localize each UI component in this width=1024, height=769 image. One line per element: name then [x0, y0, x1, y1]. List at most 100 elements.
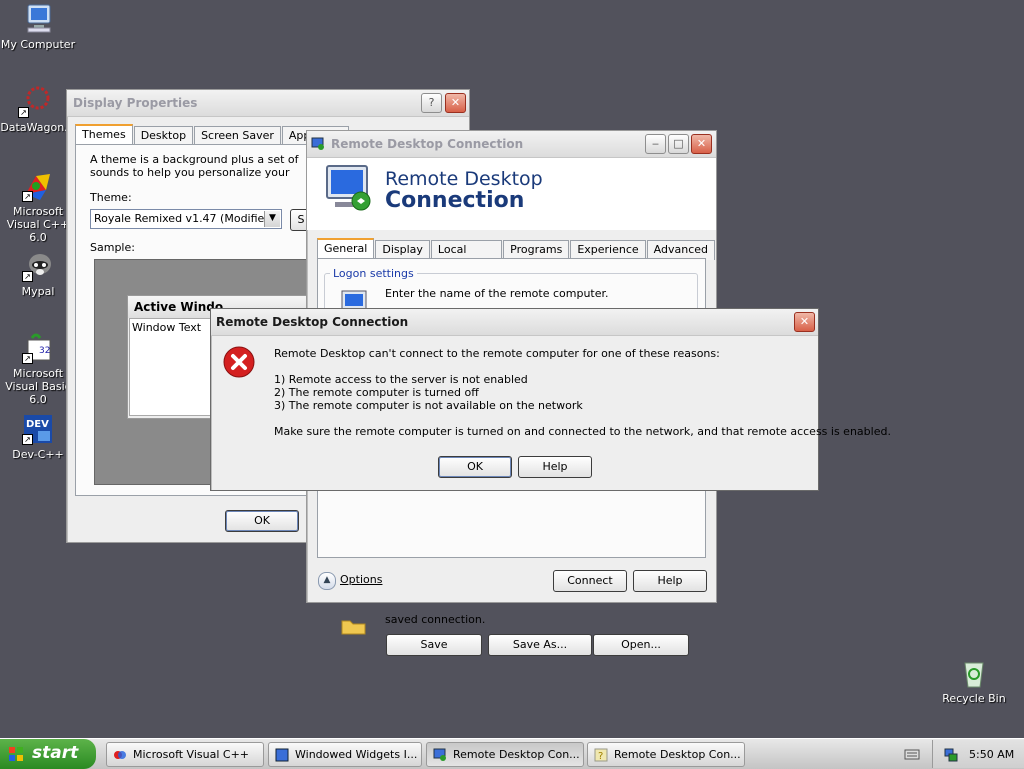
dialog-title: Remote Desktop Connection — [216, 315, 409, 329]
task-rdc-1[interactable]: Remote Desktop Con... — [426, 742, 584, 767]
desktop-icon-label: Mypal — [21, 285, 55, 298]
visual-cpp-task-icon — [113, 747, 127, 761]
connect-button[interactable]: Connect — [553, 570, 627, 592]
close-icon[interactable]: ✕ — [445, 93, 466, 113]
recycle-bin-icon — [958, 657, 990, 689]
shortcut-arrow-icon: ↗ — [18, 107, 29, 118]
close-icon[interactable]: ✕ — [691, 134, 712, 154]
desktop-icon-label: DataWagon. — [0, 121, 68, 134]
desktop-icon-datawagon[interactable]: ↗ DataWagon. — [0, 86, 72, 134]
help-icon[interactable]: ? — [421, 93, 442, 113]
banner-line-2: Connection — [385, 188, 525, 213]
desktop-icon-visual-cpp[interactable]: ↗ Microsoft Visual C++ 6.0 — [0, 170, 76, 244]
tab-experience[interactable]: Experience — [570, 240, 646, 260]
tab-display[interactable]: Display — [375, 240, 430, 260]
desktop-icon-mypal[interactable]: ↗ Mypal — [0, 250, 76, 298]
theme-label: Theme: — [90, 191, 132, 204]
start-label: start — [32, 743, 79, 763]
desktop-icon-label: My Computer — [0, 38, 76, 51]
tab-advanced[interactable]: Advanced — [646, 240, 715, 260]
desktop-icon-label: Microsoft Visual C++ 6.0 — [6, 205, 70, 244]
tab-local-resources[interactable]: Local Resources — [430, 240, 503, 272]
desktop-icon-dev-cpp[interactable]: DEV ↗ Dev-C++ — [0, 413, 76, 461]
rdc-task-icon — [433, 747, 447, 761]
error-message: Remote Desktop can't connect to the remo… — [274, 347, 720, 360]
help-button[interactable]: Help — [633, 570, 707, 592]
ok-button[interactable]: OK — [225, 510, 299, 532]
maximize-icon[interactable]: □ — [668, 134, 689, 154]
windows-logo-icon — [8, 746, 24, 762]
close-icon[interactable]: ✕ — [794, 312, 815, 332]
title-bar[interactable]: Remote Desktop Connection ‒ □ ✕ — [307, 131, 716, 158]
reason-2: 2) The remote computer is turned off — [274, 386, 479, 399]
dev-cpp-icon: DEV ↗ — [22, 413, 54, 445]
datawagon-icon: ↗ — [18, 86, 50, 118]
rdc-banner: Remote Desktop Connection — [307, 158, 716, 230]
shortcut-arrow-icon: ↗ — [22, 191, 33, 202]
window-task-icon — [275, 747, 289, 762]
svg-text:32: 32 — [39, 346, 50, 356]
task-rdc-2[interactable]: ? Remote Desktop Con... — [587, 742, 745, 767]
banner-line-1: Remote Desktop — [385, 168, 543, 190]
title-bar[interactable]: Remote Desktop Connection ✕ — [211, 309, 818, 336]
rdc-monitor-icon — [325, 164, 375, 214]
tab-programs[interactable]: Programs — [503, 240, 570, 260]
desktop-icon-visual-basic[interactable]: 32 ↗ Microsoft Visual Basic 6.0 — [0, 332, 76, 406]
task-label: Windowed Widgets I... — [295, 748, 418, 761]
desktop-icon-recycle-bin[interactable]: Recycle Bin — [936, 657, 1012, 705]
task-visual-cpp[interactable]: Microsoft Visual C++ — [106, 742, 264, 767]
title-bar[interactable]: Display Properties ? ✕ — [67, 90, 469, 117]
shortcut-arrow-icon: ↗ — [22, 434, 33, 445]
options-link[interactable]: Options — [340, 573, 382, 586]
task-windowed-widgets[interactable]: Windowed Widgets I... — [268, 742, 422, 767]
logon-instructions: Enter the name of the remote computer. — [385, 287, 609, 300]
minimize-icon[interactable]: ‒ — [645, 134, 666, 154]
theme-select[interactable]: Royale Remixed v1.47 (Modified) ▼ — [90, 209, 282, 229]
desktop-icon-label: Microsoft Visual Basic 6.0 — [5, 367, 71, 406]
theme-select-value: Royale Remixed v1.47 (Modified) — [94, 212, 276, 225]
help-button[interactable]: Help — [518, 456, 592, 478]
window-title: Display Properties — [73, 96, 198, 110]
reason-1: 1) Remote access to the server is not en… — [274, 373, 528, 386]
open-button[interactable]: Open... — [593, 634, 689, 656]
tab-desktop[interactable]: Desktop — [133, 126, 194, 146]
my-computer-icon — [22, 3, 54, 35]
themes-description: A theme is a background plus a set of so… — [90, 153, 299, 181]
visual-basic-icon: 32 ↗ — [22, 332, 54, 364]
saved-connection-text: saved connection. — [385, 613, 486, 626]
mypal-icon: ↗ — [22, 250, 54, 282]
task-label: Remote Desktop Con... — [453, 748, 580, 761]
system-tray: 5:50 AM — [932, 740, 1024, 768]
shortcut-arrow-icon: ↗ — [22, 271, 33, 282]
reason-3: 3) The remote computer is not available … — [274, 399, 583, 412]
save-as-button[interactable]: Save As... — [488, 634, 592, 656]
network-icon[interactable] — [943, 747, 959, 763]
rdc-small-icon — [311, 137, 325, 151]
chevron-up-icon[interactable]: ▲ — [318, 572, 336, 590]
visual-cpp-icon: ↗ — [22, 170, 54, 202]
task-label: Remote Desktop Con... — [614, 748, 741, 761]
error-advice: Make sure the remote computer is turned … — [274, 425, 891, 438]
clock[interactable]: 5:50 AM — [969, 748, 1014, 761]
ok-button[interactable]: OK — [438, 456, 512, 478]
start-button[interactable]: start — [0, 739, 96, 769]
error-icon — [223, 346, 255, 378]
tab-screen-saver[interactable]: Screen Saver — [194, 126, 281, 146]
connection-folder-icon — [340, 615, 368, 635]
desktop-icon-label: Recycle Bin — [942, 692, 1006, 705]
desktop-icon-label: Dev-C++ — [12, 448, 64, 461]
error-dialog: Remote Desktop Connection ✕ Remote Deskt… — [210, 308, 891, 491]
svg-text:?: ? — [598, 751, 603, 762]
save-button[interactable]: Save — [386, 634, 482, 656]
keyboard-icon[interactable] — [904, 747, 920, 761]
svg-text:DEV: DEV — [26, 419, 49, 430]
shortcut-arrow-icon: ↗ — [22, 353, 33, 364]
chevron-down-icon[interactable]: ▼ — [264, 211, 280, 227]
taskbar: start Microsoft Visual C++ Windowed Widg… — [0, 738, 1024, 769]
sample-window-text: Window Text — [132, 321, 202, 334]
desktop-icon-my-computer[interactable]: My Computer — [0, 3, 76, 51]
logon-settings-label: Logon settings — [330, 267, 417, 280]
task-label: Microsoft Visual C++ — [133, 748, 250, 761]
sample-label: Sample: — [90, 241, 135, 254]
rdc-task-icon: ? — [594, 747, 608, 762]
